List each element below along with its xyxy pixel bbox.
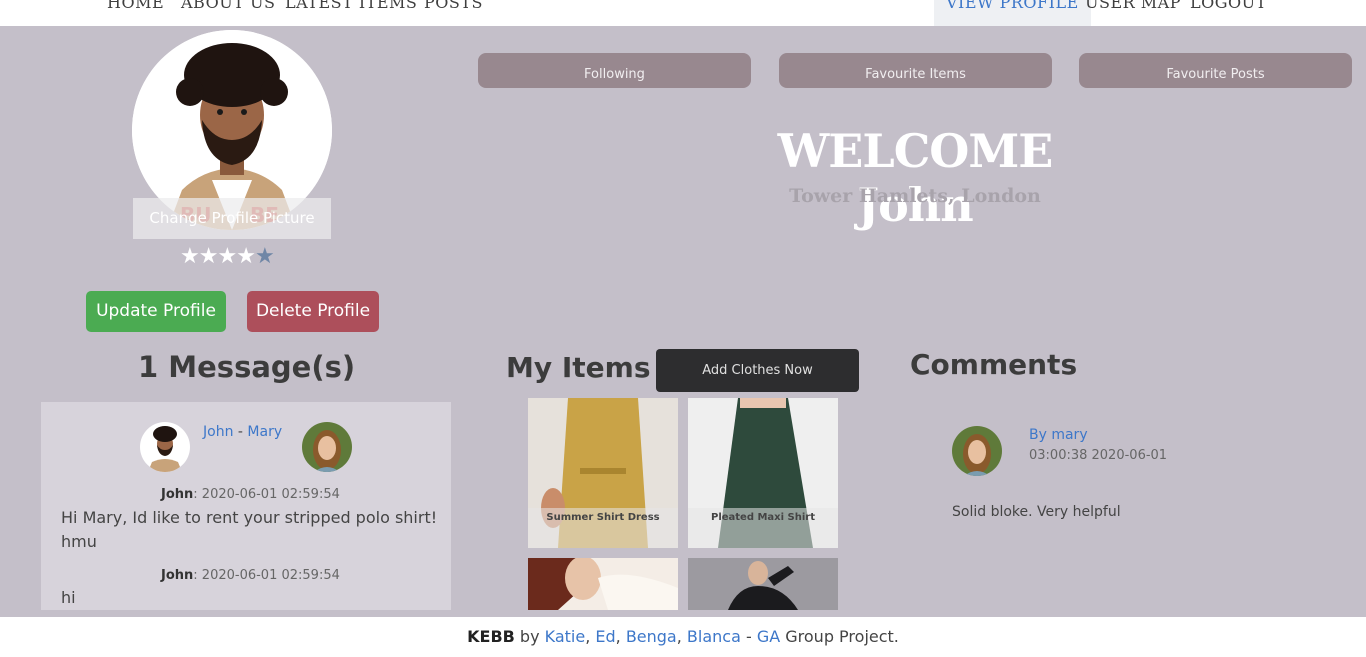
item-label: Summer Shirt Dress [528,508,678,548]
footer-comma: , [585,627,596,646]
participant-to[interactable]: Mary [247,424,282,440]
nav-logout[interactable]: LOGOUT [1190,0,1267,26]
comment-timestamp: 03:00:38 2020-06-01 [1029,448,1168,463]
nav-posts[interactable]: POSTS [424,0,483,26]
favourite-posts-button[interactable]: Favourite Posts [1079,53,1352,88]
footer-link-benga[interactable]: Benga [626,627,677,646]
favourite-items-button[interactable]: Favourite Items [779,53,1052,88]
participant-separator: - [233,424,248,440]
item-card[interactable]: Pleated Maxi Shirt [688,398,838,548]
message-meta: John: 2020-06-01 02:59:54 [161,568,340,583]
footer: KEBB by Katie, Ed, Benga, Blanca - GA Gr… [0,617,1366,657]
comment-author-link[interactable]: By mary [1029,427,1088,443]
footer-dash: - [740,627,757,646]
participant-from[interactable]: John [203,424,233,440]
add-clothes-button[interactable]: Add Clothes Now [656,349,859,392]
rating-stars: ★★★★★ [180,244,275,269]
item-label: Pleated Maxi Shirt [688,508,838,548]
welcome-heading: WELCOME John [777,124,1054,232]
nav-user-map[interactable]: USER MAP [1085,0,1181,26]
message-meta: John: 2020-06-01 02:59:54 [161,487,340,502]
nav-view-profile[interactable]: VIEW PROFILE [934,0,1091,26]
message-thread-panel[interactable]: John - Mary John: 2020-06-01 02:59:54 Hi… [41,402,451,610]
nav-latest-items[interactable]: LATEST ITEMS [285,0,417,26]
nav-about-us[interactable]: ABOUT US [181,0,275,26]
footer-comma: , [615,627,626,646]
conversation-participants: John - Mary [203,424,282,440]
star-icon: ★ [198,244,219,269]
footer-link-ed[interactable]: Ed [595,627,615,646]
nav-home[interactable]: HOME [107,0,164,26]
star-icon: ★ [180,244,200,269]
item-card[interactable] [688,558,838,610]
footer-rest: Group Project. [780,627,899,646]
sender-avatar [140,422,190,472]
item-card[interactable]: Summer Shirt Dress [528,398,678,548]
recipient-avatar [302,422,352,472]
message-author: John [161,568,194,583]
comments-title: Comments [910,348,1078,381]
comment-body: Solid bloke. Very helpful [952,504,1121,520]
message-timestamp: : 2020-06-01 02:59:54 [193,487,340,502]
message-author: John [161,487,194,502]
footer-link-katie[interactable]: Katie [545,627,586,646]
change-profile-picture-button[interactable]: Change Profile Picture [133,198,331,239]
commenter-avatar [952,426,1002,476]
footer-comma: , [676,627,687,646]
footer-brand: KEBB [467,627,515,646]
message-timestamp: : 2020-06-01 02:59:54 [193,568,340,583]
footer-link-blanca[interactable]: Blanca [687,627,741,646]
top-navbar: HOME ABOUT US LATEST ITEMS POSTS VIEW PR… [0,0,1366,26]
footer-link-ga[interactable]: GA [757,627,780,646]
star-icon: ★ [254,244,275,269]
messages-title: 1 Message(s) [138,350,356,384]
delete-profile-button[interactable]: Delete Profile [247,291,379,332]
star-icon: ★ [236,244,256,269]
following-button[interactable]: Following [478,53,751,88]
update-profile-button[interactable]: Update Profile [86,291,226,332]
footer-by: by [514,627,545,646]
my-items-title: My Items [506,351,651,384]
message-body: hi [61,588,76,607]
item-card[interactable] [528,558,678,610]
star-icon: ★ [217,244,237,269]
message-body: Hi Mary, Id like to rent your stripped p… [61,508,438,551]
user-location: Tower Hamlets, London [789,185,1041,207]
